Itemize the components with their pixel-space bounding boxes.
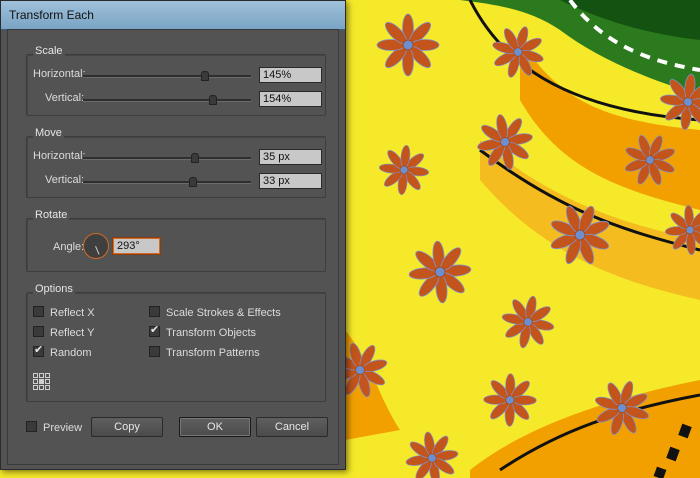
scale-strokes-label: Scale Strokes & Effects xyxy=(166,307,281,319)
dialog-panel: Scale Horizontal: 145% Vertical: 154% Mo… xyxy=(7,29,339,465)
preview-box[interactable] xyxy=(26,421,37,432)
angle-label: Angle: xyxy=(53,241,85,253)
checkmark-icon: ✔ xyxy=(34,344,44,356)
transform-objects-box[interactable]: ✔ xyxy=(149,324,160,337)
reflect-x-checkbox[interactable]: Reflect X xyxy=(33,306,95,319)
checkmark-icon: ✔ xyxy=(150,324,160,336)
preview-label: Preview xyxy=(43,422,83,434)
scale-vertical-slider[interactable] xyxy=(83,95,251,105)
scale-legend: Scale xyxy=(33,45,65,57)
scale-horizontal-row: Horizontal: 145% xyxy=(27,67,325,83)
reflect-x-box[interactable] xyxy=(33,306,44,317)
ok-button[interactable]: OK xyxy=(179,417,251,437)
scale-strokes-checkbox[interactable]: Scale Strokes & Effects xyxy=(149,306,281,319)
angle-dial[interactable] xyxy=(83,233,109,259)
options-group: Options Reflect X Reflect Y ✔ Random Scal… xyxy=(26,283,326,402)
transform-patterns-checkbox[interactable]: Transform Patterns xyxy=(149,346,260,359)
angle-field[interactable]: 293° xyxy=(113,238,160,254)
move-horizontal-slider[interactable] xyxy=(83,153,251,163)
random-label: Random xyxy=(50,347,92,359)
move-group: Move Horizontal: 35 px Vertical: 33 px xyxy=(26,127,326,198)
copy-button[interactable]: Copy xyxy=(91,417,163,437)
scale-vertical-row: Vertical: 154% xyxy=(27,91,325,107)
move-vertical-slider[interactable] xyxy=(83,177,251,187)
scale-vertical-label: Vertical: xyxy=(45,92,85,104)
options-legend: Options xyxy=(33,283,75,295)
rotate-group: Rotate Angle: 293° xyxy=(26,209,326,272)
reflect-x-label: Reflect X xyxy=(50,307,95,319)
scale-horizontal-slider[interactable] xyxy=(83,71,251,81)
dialog-title: Transform Each xyxy=(9,8,94,22)
move-horizontal-thumb[interactable] xyxy=(190,153,199,163)
reflect-y-label: Reflect Y xyxy=(50,327,95,339)
scale-vertical-field[interactable]: 154% xyxy=(259,91,322,107)
transform-objects-checkbox[interactable]: ✔ Transform Objects xyxy=(149,324,257,339)
transform-each-dialog: Transform Each Scale Horizontal: 145% Ve… xyxy=(0,0,346,470)
scale-group: Scale Horizontal: 145% Vertical: 154% xyxy=(26,45,326,116)
scale-horizontal-thumb[interactable] xyxy=(200,71,209,81)
cancel-button[interactable]: Cancel xyxy=(256,417,328,437)
reflect-y-box[interactable] xyxy=(33,326,44,337)
dialog-titlebar[interactable]: Transform Each xyxy=(1,1,345,30)
scale-strokes-box[interactable] xyxy=(149,306,160,317)
random-checkbox[interactable]: ✔ Random xyxy=(33,344,92,359)
reflect-y-checkbox[interactable]: Reflect Y xyxy=(33,326,94,339)
reference-point-icon[interactable] xyxy=(33,373,50,390)
transform-patterns-label: Transform Patterns xyxy=(166,347,260,359)
preview-checkbox[interactable]: Preview xyxy=(26,421,82,434)
transform-patterns-box[interactable] xyxy=(149,346,160,357)
move-horizontal-field[interactable]: 35 px xyxy=(259,149,322,165)
move-vertical-field[interactable]: 33 px xyxy=(259,173,322,189)
flower-shape[interactable] xyxy=(376,13,440,77)
transform-objects-label: Transform Objects xyxy=(166,327,257,339)
scale-horizontal-label: Horizontal: xyxy=(33,68,86,80)
move-horizontal-row: Horizontal: 35 px xyxy=(27,149,325,165)
rotate-legend: Rotate xyxy=(33,209,70,221)
scale-horizontal-field[interactable]: 145% xyxy=(259,67,322,83)
move-vertical-thumb[interactable] xyxy=(189,177,198,187)
move-horizontal-label: Horizontal: xyxy=(33,150,86,162)
move-vertical-label: Vertical: xyxy=(45,174,85,186)
move-vertical-row: Vertical: 33 px xyxy=(27,173,325,189)
move-legend: Move xyxy=(33,127,64,139)
angle-dial-needle xyxy=(95,246,100,255)
scale-vertical-thumb[interactable] xyxy=(209,95,218,105)
random-box[interactable]: ✔ xyxy=(33,344,44,357)
